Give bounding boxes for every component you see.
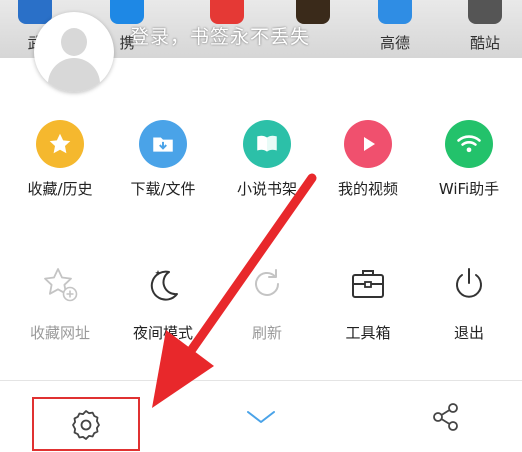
app-label: 酷站 [469, 34, 500, 52]
home-app-kuzhan[interactable]: 酷站 [450, 0, 520, 58]
menu-label: 收藏/历史 [27, 180, 93, 198]
toolbox-icon [344, 260, 392, 308]
exit-button[interactable]: 退出 [414, 260, 522, 343]
menu-label: 夜间模式 [132, 324, 193, 342]
refresh-button[interactable]: 刷新 [212, 260, 322, 343]
power-icon [445, 260, 493, 308]
app-icon [210, 0, 244, 24]
wifi-assistant-button[interactable]: WiFi助手 [414, 120, 522, 199]
settings-button[interactable] [69, 408, 103, 446]
menu-label: 小说书架 [236, 180, 297, 198]
avatar-head [61, 28, 87, 56]
menu-label: 退出 [453, 324, 484, 342]
book-icon [243, 120, 291, 168]
night-mode-button[interactable]: 夜间模式 [108, 260, 218, 343]
menu-label: 刷新 [251, 324, 282, 342]
settings-highlight-box [32, 397, 140, 451]
moon-icon [139, 260, 187, 308]
novel-bookshelf-button[interactable]: 小说书架 [212, 120, 322, 199]
collapse-menu-button[interactable] [246, 409, 276, 429]
download-folder-icon [139, 120, 187, 168]
menu-bottom-bar [0, 380, 522, 452]
toolbox-button[interactable]: 工具箱 [313, 260, 423, 343]
favorites-history-button[interactable]: 收藏/历史 [5, 120, 115, 199]
gear-icon [72, 410, 100, 440]
app-icon [110, 0, 144, 24]
share-button[interactable] [430, 401, 462, 437]
avatar-body [48, 58, 100, 92]
menu-label: 工具箱 [345, 324, 391, 342]
downloads-files-button[interactable]: 下载/文件 [108, 120, 218, 199]
bookmark-site-button[interactable]: 收藏网址 [5, 260, 115, 343]
login-prompt[interactable]: 登录，书签永不丢失 [130, 22, 310, 49]
menu-label: 我的视频 [337, 180, 398, 198]
app-label: 高德 [379, 34, 410, 52]
play-icon [344, 120, 392, 168]
my-videos-button[interactable]: 我的视频 [313, 120, 423, 199]
star-add-icon [36, 260, 84, 308]
share-icon [433, 403, 458, 431]
app-icon [296, 0, 330, 24]
menu-label: 收藏网址 [29, 324, 90, 342]
chevron-down-icon [247, 411, 275, 423]
app-icon [18, 0, 52, 24]
browser-menu-panel: 收藏/历史 下载/文件 小说书架 我的视频 WiFi助手 收藏网址 夜间模式 刷… [0, 100, 522, 452]
star-icon [36, 120, 84, 168]
avatar[interactable] [34, 12, 114, 92]
wifi-icon [445, 120, 493, 168]
app-icon [378, 0, 412, 24]
refresh-icon [243, 260, 291, 308]
app-icon [468, 0, 502, 24]
menu-label: 下载/文件 [130, 180, 196, 198]
menu-label: WiFi助手 [438, 180, 500, 198]
home-app-gaode[interactable]: 高德 [360, 0, 430, 58]
